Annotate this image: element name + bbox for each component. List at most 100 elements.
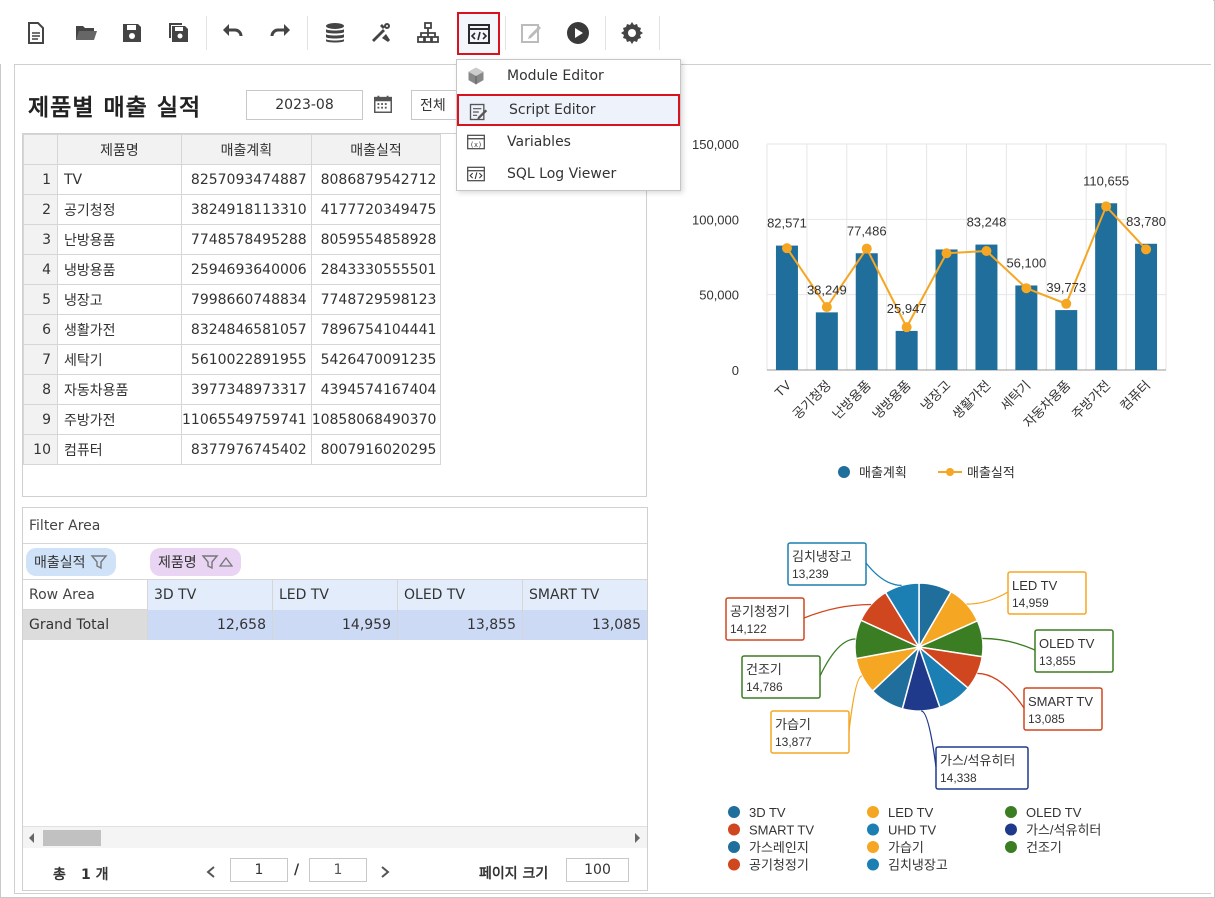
line-point-4[interactable] bbox=[941, 248, 952, 259]
product-name-cell[interactable]: 냉장고 bbox=[57, 284, 182, 315]
database-icon[interactable] bbox=[318, 16, 352, 50]
pivot-column-header[interactable]: LED TV bbox=[273, 580, 398, 610]
grand-total-cell[interactable]: 12,658 bbox=[148, 610, 273, 640]
legend-label[interactable]: 가스레인지 bbox=[749, 840, 809, 855]
script-code-icon[interactable] bbox=[457, 12, 500, 55]
product-name-cell[interactable]: 세탁기 bbox=[57, 344, 182, 375]
legend-label[interactable]: 공기청정기 bbox=[749, 858, 809, 873]
legend-label[interactable]: 가습기 bbox=[888, 840, 924, 855]
actual-value-cell[interactable]: 8059554858928 bbox=[310, 224, 442, 255]
scroll-right-icon[interactable] bbox=[632, 832, 642, 844]
horizontal-scrollbar[interactable] bbox=[23, 826, 647, 848]
legend-label[interactable]: SMART TV bbox=[749, 823, 814, 838]
line-point-6[interactable] bbox=[1021, 283, 1032, 294]
redo-icon[interactable] bbox=[263, 16, 297, 50]
column-header[interactable]: 매출실적 bbox=[310, 134, 442, 165]
actual-value-cell[interactable]: 7748729598123 bbox=[310, 284, 442, 315]
product-name-cell[interactable]: 주방가전 bbox=[57, 404, 182, 435]
grand-total-cell[interactable]: 14,959 bbox=[273, 610, 398, 640]
table-row[interactable]: 5 냉장고 7998660748834 7748729598123 bbox=[23, 284, 442, 315]
bar-7[interactable] bbox=[1055, 310, 1078, 370]
new-file-icon[interactable] bbox=[19, 16, 53, 50]
edit-icon[interactable] bbox=[514, 16, 548, 50]
column-header[interactable]: 매출계획 bbox=[181, 134, 312, 165]
menu-item-script-editor[interactable]: Script Editor bbox=[457, 94, 680, 126]
line-point-8[interactable] bbox=[1101, 201, 1112, 212]
prev-page-icon[interactable] bbox=[205, 865, 217, 879]
actual-value-cell[interactable]: 10858068490370 bbox=[310, 404, 442, 435]
plan-value-cell[interactable]: 8377976745402 bbox=[181, 434, 312, 465]
table-row[interactable]: 9 주방가전 11065549759741 10858068490370 bbox=[23, 404, 442, 435]
legend-label[interactable]: 건조기 bbox=[1026, 840, 1062, 855]
next-page-icon[interactable] bbox=[379, 865, 391, 879]
plan-value-cell[interactable]: 8324846581057 bbox=[181, 314, 312, 345]
menu-item-variables[interactable]: (x) Variables bbox=[457, 126, 680, 158]
plan-value-cell[interactable]: 11065549759741 bbox=[181, 404, 312, 435]
table-row[interactable]: 3 난방용품 7748578495288 8059554858928 bbox=[23, 224, 442, 255]
table-row[interactable]: 7 세탁기 5610022891955 5426470091235 bbox=[23, 344, 442, 375]
undo-icon[interactable] bbox=[216, 16, 250, 50]
table-row[interactable]: 10 컴퓨터 8377976745402 8007916020295 bbox=[23, 434, 442, 465]
plan-value-cell[interactable]: 8257093474887 bbox=[181, 164, 312, 195]
grand-total-cell[interactable]: 13,085 bbox=[523, 610, 647, 640]
actual-value-cell[interactable]: 2843330555501 bbox=[310, 254, 442, 285]
bar-0[interactable] bbox=[775, 245, 798, 370]
product-name-cell[interactable]: 생활가전 bbox=[57, 314, 182, 345]
scroll-left-icon[interactable] bbox=[27, 832, 37, 844]
page-current-input[interactable]: 1 bbox=[230, 858, 288, 882]
plan-value-cell[interactable]: 3977348973317 bbox=[181, 374, 312, 405]
calendar-icon[interactable] bbox=[370, 90, 396, 118]
legend-label[interactable]: 김치냉장고 bbox=[888, 858, 948, 873]
bar-1[interactable] bbox=[815, 312, 838, 370]
hierarchy-icon[interactable] bbox=[411, 16, 445, 50]
line-point-5[interactable] bbox=[981, 246, 992, 257]
product-name-cell[interactable]: 난방용품 bbox=[57, 224, 182, 255]
product-name-cell[interactable]: TV bbox=[57, 164, 182, 195]
settings-icon[interactable] bbox=[615, 16, 649, 50]
line-point-9[interactable] bbox=[1141, 244, 1152, 255]
page-size-input[interactable]: 100 bbox=[566, 858, 629, 882]
bar-8[interactable] bbox=[1095, 203, 1118, 370]
scrollbar-thumb[interactable] bbox=[43, 830, 101, 846]
open-folder-icon[interactable] bbox=[69, 16, 103, 50]
bar-2[interactable] bbox=[855, 253, 878, 370]
legend-label[interactable]: 3D TV bbox=[749, 805, 786, 820]
menu-item-module-editor[interactable]: Module Editor bbox=[457, 60, 680, 92]
table-row[interactable]: 2 공기청정 3824918113310 4177720349475 bbox=[23, 194, 442, 225]
plan-value-cell[interactable]: 2594693640006 bbox=[181, 254, 312, 285]
table-row[interactable]: 8 자동차용품 3977348973317 4394574167404 bbox=[23, 374, 442, 405]
line-point-7[interactable] bbox=[1061, 298, 1072, 309]
bar-3[interactable] bbox=[895, 330, 918, 370]
grand-total-cell[interactable]: 13,855 bbox=[398, 610, 523, 640]
legend-label[interactable]: UHD TV bbox=[888, 823, 936, 838]
actual-value-cell[interactable]: 7896754104441 bbox=[310, 314, 442, 345]
product-name-cell[interactable]: 자동차용품 bbox=[57, 374, 182, 405]
actual-value-cell[interactable]: 8086879542712 bbox=[310, 164, 442, 195]
save-all-icon[interactable] bbox=[162, 16, 196, 50]
table-row[interactable]: 1 TV 8257093474887 8086879542712 bbox=[23, 164, 442, 195]
pivot-column-header[interactable]: SMART TV bbox=[523, 580, 647, 610]
plan-value-cell[interactable]: 7748578495288 bbox=[181, 224, 312, 255]
line-point-2[interactable] bbox=[861, 243, 872, 254]
tools-icon[interactable] bbox=[364, 16, 398, 50]
actual-value-cell[interactable]: 4177720349475 bbox=[310, 194, 442, 225]
bar-5[interactable] bbox=[975, 244, 998, 370]
line-point-0[interactable] bbox=[781, 243, 792, 254]
actual-value-cell[interactable]: 8007916020295 bbox=[310, 434, 442, 465]
product-name-cell[interactable]: 냉방용품 bbox=[57, 254, 182, 285]
actual-value-cell[interactable]: 4394574167404 bbox=[310, 374, 442, 405]
bar-6[interactable] bbox=[1015, 285, 1038, 370]
line-point-1[interactable] bbox=[821, 302, 832, 313]
legend-label[interactable]: 가스/석유히터 bbox=[1026, 823, 1101, 838]
pivot-column-header[interactable]: 3D TV bbox=[148, 580, 273, 610]
run-icon[interactable] bbox=[561, 16, 595, 50]
actual-value-cell[interactable]: 5426470091235 bbox=[310, 344, 442, 375]
product-name-cell[interactable]: 컴퓨터 bbox=[57, 434, 182, 465]
pivot-column-header[interactable]: OLED TV bbox=[398, 580, 523, 610]
product-name-cell[interactable]: 공기청정 bbox=[57, 194, 182, 225]
bar-9[interactable] bbox=[1135, 243, 1158, 370]
menu-item-sql-log-viewer[interactable]: SQL Log Viewer bbox=[457, 158, 680, 190]
save-icon[interactable] bbox=[115, 16, 149, 50]
category-select[interactable]: 전체 bbox=[411, 90, 461, 120]
legend-label[interactable]: LED TV bbox=[888, 805, 934, 820]
